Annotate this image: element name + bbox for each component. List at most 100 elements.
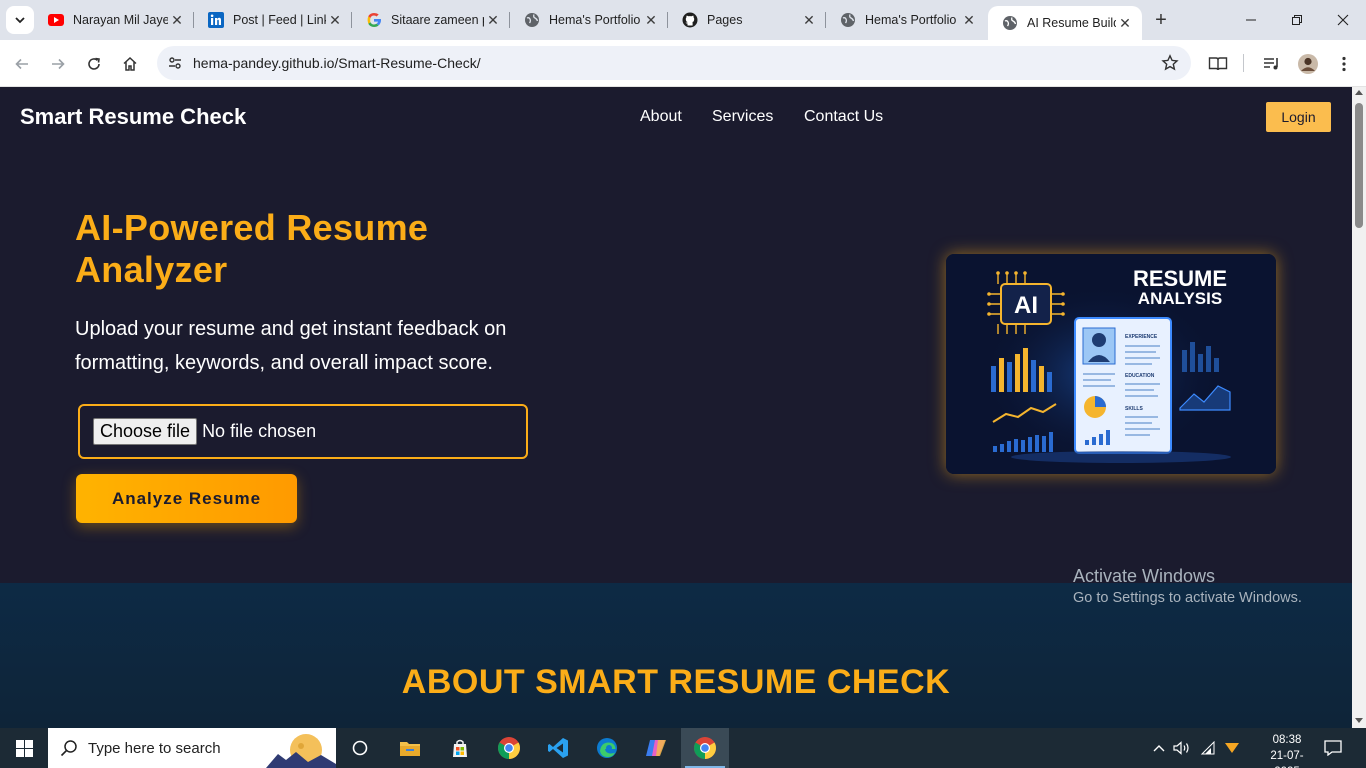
edge-icon: [597, 738, 617, 758]
web-page: Smart Resume Check About Services Contac…: [0, 87, 1352, 728]
browser-tab[interactable]: Post | Feed | LinkedIn ✕: [194, 0, 352, 40]
file-explorer-button[interactable]: [386, 728, 434, 768]
google-icon: [366, 12, 382, 28]
edge-button[interactable]: [583, 728, 631, 768]
address-bar[interactable]: hema-pandey.github.io/Smart-Resume-Check…: [157, 46, 1191, 80]
scrollbar-thumb[interactable]: [1355, 103, 1363, 228]
search-icon: [60, 740, 77, 757]
analyze-resume-button[interactable]: Analyze Resume: [76, 474, 297, 523]
close-icon[interactable]: ✕: [642, 11, 660, 29]
close-icon[interactable]: ✕: [1116, 14, 1134, 32]
tab-title: Narayan Mil Jayega: [73, 13, 168, 27]
browser-tab[interactable]: Hema's Portfolio ✕: [826, 0, 986, 40]
globe-icon: [1002, 15, 1018, 31]
chrome-icon: [498, 737, 520, 759]
browser-tab[interactable]: Pages ✕: [668, 0, 826, 40]
vpn-tray-button[interactable]: [1222, 728, 1242, 768]
notifications-button[interactable]: [1318, 728, 1348, 768]
tab-title: Post | Feed | LinkedIn: [233, 13, 326, 27]
youtube-icon: [48, 12, 64, 28]
browser-tab[interactable]: Narayan Mil Jayega ✕: [34, 0, 194, 40]
login-button[interactable]: Login: [1266, 102, 1331, 132]
linkedin-icon: [208, 12, 224, 28]
tab-search-button[interactable]: [6, 6, 34, 34]
copilot-icon: [646, 740, 666, 756]
media-queue-icon: [1264, 58, 1278, 70]
illustration-heading-1: RESUME: [1133, 266, 1227, 291]
notification-icon: [1324, 740, 1342, 756]
bookmark-star-icon[interactable]: [1161, 54, 1179, 77]
scroll-up-icon[interactable]: [1355, 90, 1363, 95]
windows-taskbar: Type here to search 08:38 21-07-2025: [0, 728, 1366, 768]
file-status-text: No file chosen: [202, 421, 317, 441]
restore-button[interactable]: [1274, 0, 1320, 40]
activate-windows-watermark: Activate Windows Go to Settings to activ…: [1073, 566, 1302, 606]
new-tab-button[interactable]: +: [1150, 9, 1172, 31]
chrome-taskbar-button[interactable]: [485, 728, 533, 768]
reload-button[interactable]: [80, 50, 108, 78]
tray-overflow-button[interactable]: [1150, 728, 1168, 768]
browser-tab[interactable]: Sitaare zameen par ✕: [352, 0, 510, 40]
tab-title: Hema's Portfolio: [549, 13, 641, 27]
github-icon: [682, 12, 698, 28]
close-icon[interactable]: ✕: [960, 11, 978, 29]
start-button[interactable]: [0, 728, 48, 768]
browser-toolbar: hema-pandey.github.io/Smart-Resume-Check…: [0, 40, 1366, 87]
system-clock[interactable]: 08:38 21-07-2025: [1262, 732, 1312, 768]
page-scrollbar[interactable]: [1352, 87, 1366, 728]
store-icon: [453, 739, 467, 757]
back-arrow-icon: [15, 58, 28, 70]
close-icon[interactable]: ✕: [168, 11, 186, 29]
network-button[interactable]: [1198, 728, 1218, 768]
close-icon[interactable]: ✕: [326, 11, 344, 29]
browser-tab-active[interactable]: AI Resume Builder ✕: [988, 6, 1142, 40]
chevron-up-icon: [1153, 745, 1165, 752]
vscode-button[interactable]: [534, 728, 582, 768]
reading-mode-button[interactable]: [1204, 50, 1232, 78]
site-brand[interactable]: Smart Resume Check: [20, 104, 246, 130]
resume-section-skills: SKILLS: [1125, 406, 1143, 412]
url-text[interactable]: hema-pandey.github.io/Smart-Resume-Check…: [193, 55, 481, 71]
task-view-icon: [352, 740, 368, 756]
media-control-button[interactable]: [1258, 50, 1286, 78]
resume-section-experience: EXPERIENCE: [1125, 334, 1158, 340]
reading-mode-icon: [1208, 57, 1228, 71]
minimize-button[interactable]: [1228, 0, 1274, 40]
profile-button[interactable]: [1294, 50, 1322, 78]
resume-file-input[interactable]: Choose file No file chosen: [78, 404, 528, 459]
toolbar-divider: [1243, 54, 1244, 72]
globe-icon: [524, 12, 540, 28]
close-icon[interactable]: ✕: [484, 11, 502, 29]
chevron-down-icon: [15, 17, 25, 24]
home-button[interactable]: [116, 50, 144, 78]
tab-title: AI Resume Builder: [1027, 16, 1116, 30]
forward-button[interactable]: [44, 50, 72, 78]
about-title: ABOUT SMART RESUME CHECK: [401, 663, 951, 701]
activate-windows-title: Activate Windows: [1073, 566, 1216, 586]
clock-time: 08:38: [1272, 734, 1302, 746]
task-view-button[interactable]: [336, 728, 384, 768]
back-button[interactable]: [8, 50, 36, 78]
nav-link-contact[interactable]: Contact Us: [804, 108, 883, 126]
volume-button[interactable]: [1172, 728, 1192, 768]
close-window-button[interactable]: [1320, 0, 1366, 40]
activate-windows-subtitle: Go to Settings to activate Windows.: [1073, 590, 1302, 606]
choose-file-button[interactable]: Choose file: [93, 418, 198, 445]
chrome-menu-button[interactable]: [1330, 50, 1358, 78]
close-icon: [1337, 14, 1349, 26]
nav-link-services[interactable]: Services: [712, 108, 773, 126]
site-info-icon[interactable]: [157, 55, 187, 71]
speaker-icon: [1173, 741, 1189, 755]
ai-chip-label: AI: [1014, 292, 1038, 319]
chrome-active-taskbar-button[interactable]: [681, 728, 729, 768]
taskbar-search-box[interactable]: Type here to search: [48, 728, 336, 768]
search-highlight-moon-icon: [266, 728, 336, 768]
copilot-button[interactable]: [632, 728, 680, 768]
minimize-icon: [1246, 19, 1256, 21]
scroll-down-icon[interactable]: [1355, 718, 1363, 723]
close-icon[interactable]: ✕: [800, 11, 818, 29]
browser-tab[interactable]: Hema's Portfolio ✕: [510, 0, 668, 40]
taskbar-search-placeholder: Type here to search: [88, 739, 221, 757]
nav-link-about[interactable]: About: [640, 108, 682, 126]
microsoft-store-button[interactable]: [436, 728, 484, 768]
